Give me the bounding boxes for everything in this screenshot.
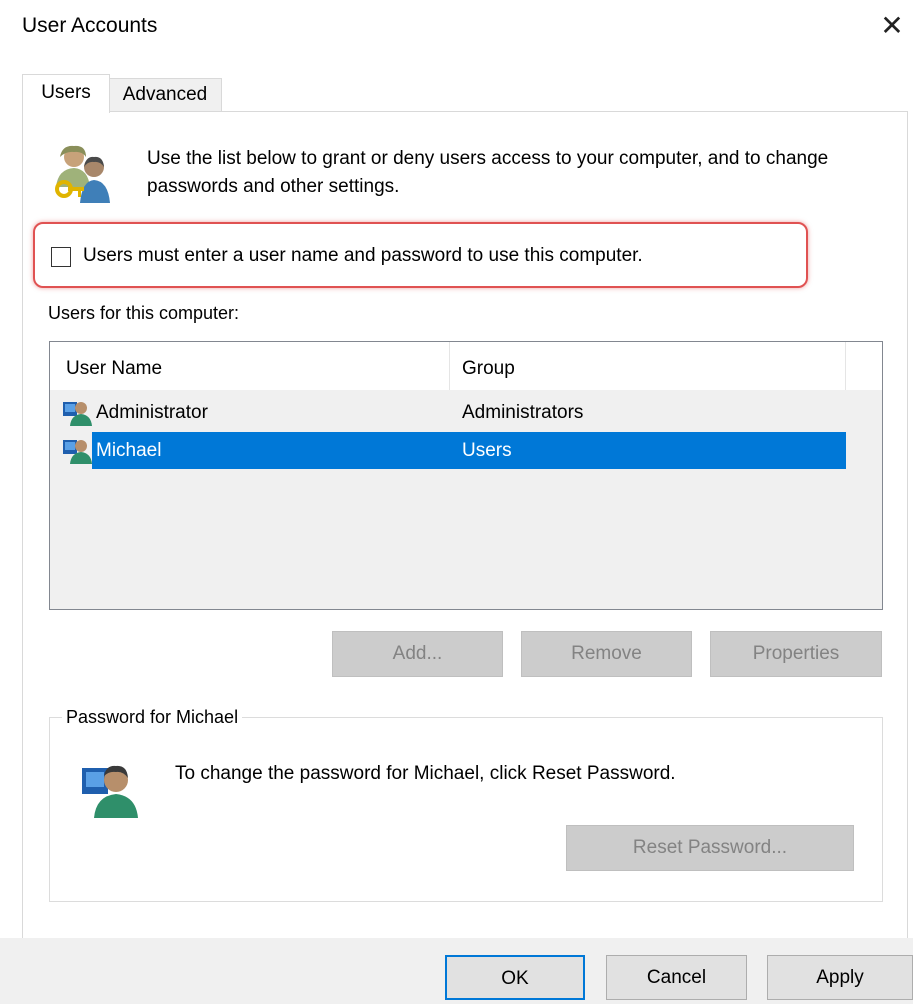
cell-user-name: Michael: [92, 432, 454, 469]
apply-button[interactable]: Apply: [767, 955, 913, 1000]
column-header-user-name[interactable]: User Name: [50, 342, 450, 390]
cell-group: Users: [450, 432, 846, 469]
cell-user-name: Administrator: [96, 402, 208, 423]
users-list-label: Users for this computer:: [48, 303, 240, 323]
table-row[interactable]: Administrator Administrators: [50, 394, 846, 431]
tab-advanced[interactable]: Advanced: [108, 78, 222, 111]
cancel-button[interactable]: Cancel: [606, 955, 747, 1000]
users-list[interactable]: User Name Group Administrator Administra…: [49, 341, 883, 610]
require-login-checkbox[interactable]: [51, 247, 71, 267]
reset-password-button[interactable]: Reset Password...: [566, 825, 854, 871]
header-description: Use the list below to grant or deny user…: [147, 148, 829, 197]
cell-group: Administrators: [462, 402, 584, 423]
column-header-group[interactable]: Group: [450, 342, 846, 390]
table-row[interactable]: Michael Users: [50, 432, 846, 469]
close-icon[interactable]: ✕: [874, 6, 910, 46]
password-group-title: Password for Michael: [62, 707, 243, 728]
list-header: User Name Group: [50, 342, 882, 390]
user-icon: [63, 440, 92, 464]
properties-button[interactable]: Properties: [710, 631, 882, 677]
remove-user-button[interactable]: Remove: [521, 631, 692, 677]
ok-button[interactable]: OK: [445, 955, 585, 1000]
add-user-button[interactable]: Add...: [332, 631, 503, 677]
tab-users[interactable]: Users: [22, 74, 110, 113]
password-group: [49, 717, 883, 902]
window-title: User Accounts: [22, 14, 158, 37]
users-keys-icon: [55, 145, 110, 203]
user-icon: [82, 765, 138, 818]
require-login-label[interactable]: Users must enter a user name and passwor…: [83, 245, 643, 267]
user-icon: [63, 402, 92, 426]
password-instruction: To change the password for Michael, clic…: [175, 763, 676, 784]
title-bar: User Accounts ✕: [0, 0, 913, 58]
